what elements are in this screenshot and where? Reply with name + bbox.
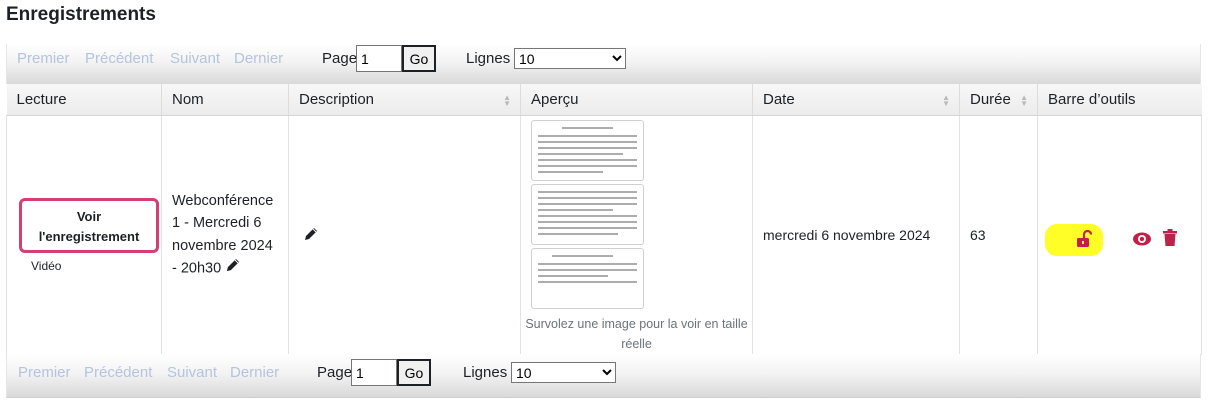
recordings-table: Lecture Nom Description ▲ ▼ Aperçu Date ▲ ▼ … — [6, 84, 1202, 355]
col-duree[interactable]: Durée ▲ ▼ — [959, 84, 1038, 116]
rows-label: Lignes — [463, 364, 508, 381]
col-date[interactable]: Date ▲ ▼ — [752, 84, 960, 116]
preview-thumbnail[interactable] — [531, 119, 644, 181]
pager-previous[interactable]: Précédent — [84, 364, 152, 381]
preview-thumbnail[interactable] — [531, 247, 644, 309]
sort-icon[interactable]: ▲ ▼ — [503, 94, 511, 108]
col-description[interactable]: Description ▲ ▼ — [288, 84, 521, 116]
cell-outils — [1038, 115, 1202, 355]
col-outils: Barre d’outils — [1037, 84, 1202, 116]
page-label: Page — [317, 364, 353, 381]
pencil-icon[interactable] — [225, 257, 241, 281]
pager-next[interactable]: Suivant — [170, 50, 220, 67]
col-nom: Nom — [161, 84, 289, 116]
cell-apercu: Survolez une image pour la voir en taill… — [520, 115, 753, 355]
pager-first[interactable]: Premier — [18, 364, 71, 381]
pager-previous[interactable]: Précédent — [85, 50, 153, 67]
pager-next[interactable]: Suivant — [167, 364, 217, 381]
col-lecture: Lecture — [6, 84, 162, 116]
highlight-mark — [1045, 223, 1103, 256]
table-row: Voir l'enregistrement Vidéo Webconférenc… — [6, 115, 1202, 355]
sort-icon[interactable]: ▲ ▼ — [1020, 94, 1028, 108]
sort-icon[interactable]: ▲ ▼ — [942, 94, 950, 108]
eye-icon[interactable] — [1132, 231, 1152, 250]
pager-last[interactable]: Dernier — [234, 50, 283, 67]
page-input[interactable] — [356, 45, 402, 72]
view-recording-button[interactable]: Voir l'enregistrement — [19, 197, 159, 253]
pager-last[interactable]: Dernier — [230, 364, 279, 381]
go-button[interactable]: Go — [397, 359, 431, 386]
pager-bottom: Premier Précédent Suivant Dernier Page G… — [6, 354, 1201, 398]
rows-select[interactable]: 10 — [514, 48, 626, 69]
trash-icon[interactable] — [1162, 228, 1178, 250]
pager-top: Premier Précédent Suivant Dernier Page G… — [6, 44, 1201, 84]
pencil-icon[interactable] — [303, 226, 319, 245]
page-input[interactable] — [351, 359, 397, 386]
rows-select[interactable]: 10 — [511, 362, 616, 383]
cell-duree: 63 — [959, 115, 1038, 355]
cell-lecture: Voir l'enregistrement Vidéo — [6, 115, 162, 355]
preview-thumbnail[interactable] — [531, 183, 644, 245]
unlock-icon[interactable] — [1076, 229, 1093, 251]
recording-name: Webconférence 1 - Mercredi 6 novembre 20… — [172, 192, 274, 277]
pager-first[interactable]: Premier — [17, 50, 70, 67]
cell-nom: Webconférence 1 - Mercredi 6 novembre 20… — [161, 115, 289, 355]
page-title: Enregistrements — [6, 4, 156, 25]
rows-label: Lignes — [466, 50, 511, 67]
format-label: Vidéo — [31, 258, 62, 273]
page-label: Page — [322, 50, 358, 67]
go-button[interactable]: Go — [402, 45, 436, 72]
col-apercu: Aperçu — [520, 84, 753, 116]
cell-description — [288, 115, 521, 355]
cell-date: mercredi 6 novembre 2024 — [752, 115, 960, 355]
preview-hint: Survolez une image pour la voir en taill… — [525, 316, 748, 351]
